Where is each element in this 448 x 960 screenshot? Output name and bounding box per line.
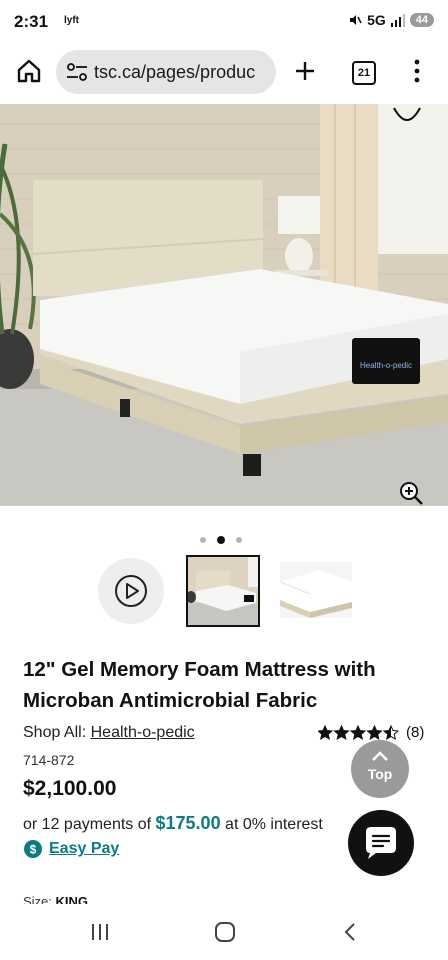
easy-pay-link[interactable]: $ Easy Pay: [23, 839, 119, 859]
product-price: $2,100.00: [23, 777, 117, 800]
product-title: 12" Gel Memory Foam Mattress with Microb…: [23, 658, 376, 712]
network-label: 5G: [367, 12, 386, 28]
battery-indicator: 44: [409, 13, 434, 27]
back-nav-icon[interactable]: [342, 922, 358, 942]
zoom-icon[interactable]: [398, 480, 424, 506]
rating-stars-icon: [318, 725, 400, 740]
chevron-up-icon: [372, 751, 388, 761]
new-tab-icon[interactable]: [292, 58, 318, 84]
wishlist-heart-icon[interactable]: [390, 104, 424, 128]
size-selector-label: Size: KING: [23, 894, 88, 904]
review-count[interactable]: (8): [406, 724, 424, 741]
status-bar: 2:31 lyft 5G 44: [0, 0, 448, 44]
mute-icon: [350, 15, 362, 25]
signal-icon: [390, 13, 405, 27]
carousel-dot-active[interactable]: [217, 536, 225, 544]
product-rating[interactable]: (8): [318, 724, 424, 741]
carousel-dots[interactable]: [200, 536, 242, 544]
home-nav-icon[interactable]: [214, 921, 236, 943]
easy-pay-icon: $: [24, 840, 42, 858]
size-value: KING: [55, 894, 89, 904]
mattress-brand-label: Health-o-pedic: [360, 361, 412, 370]
carousel-dot[interactable]: [200, 537, 206, 543]
bed-photo: Health-o-pedic: [0, 104, 448, 506]
video-play-button[interactable]: [98, 558, 164, 624]
product-sku: 714-872: [23, 752, 75, 768]
installment-amount: $175.00: [155, 813, 221, 833]
thumbnail-mattress-image: [280, 562, 352, 618]
product-image[interactable]: Health-o-pedic: [0, 104, 448, 506]
svg-text:$: $: [30, 843, 37, 857]
brand-link[interactable]: Health-o-pedic: [91, 724, 195, 741]
system-navigation-bar: [0, 904, 448, 960]
thumbnail-mattress-corner[interactable]: [280, 562, 352, 618]
lyft-icon: lyft: [64, 15, 79, 26]
home-icon[interactable]: [16, 58, 42, 84]
status-right: 5G 44: [348, 12, 434, 28]
easy-pay-label[interactable]: Easy Pay: [49, 840, 119, 858]
shop-all-prefix: Shop All:: [23, 724, 91, 741]
installment-prefix: or 12 payments of: [23, 816, 156, 833]
installment-info: or 12 payments of $175.00 at 0% interest: [23, 813, 323, 834]
play-icon: [115, 575, 147, 607]
browser-toolbar: tsc.ca/pages/produc 21: [0, 44, 448, 104]
size-label: Size:: [23, 894, 56, 904]
installment-suffix: at 0% interest: [220, 816, 323, 833]
recent-apps-icon[interactable]: [90, 922, 110, 942]
chat-icon: [366, 827, 396, 859]
tab-switcher-button[interactable]: 21: [352, 61, 376, 85]
chat-button[interactable]: [348, 810, 414, 876]
thumbnail-bed-image: [188, 557, 258, 625]
shop-all-line: Shop All: Health-o-pedic: [23, 724, 195, 742]
carousel-dot[interactable]: [236, 537, 242, 543]
address-bar[interactable]: tsc.ca/pages/produc: [56, 50, 276, 94]
status-time: 2:31: [14, 12, 49, 31]
back-to-top-button[interactable]: Top: [351, 740, 409, 798]
url-text[interactable]: tsc.ca/pages/produc: [94, 62, 270, 83]
back-to-top-label: Top: [367, 766, 393, 782]
site-settings-icon[interactable]: [66, 62, 88, 82]
thumbnail-bed[interactable]: [186, 555, 260, 627]
more-options-icon[interactable]: [412, 58, 422, 84]
